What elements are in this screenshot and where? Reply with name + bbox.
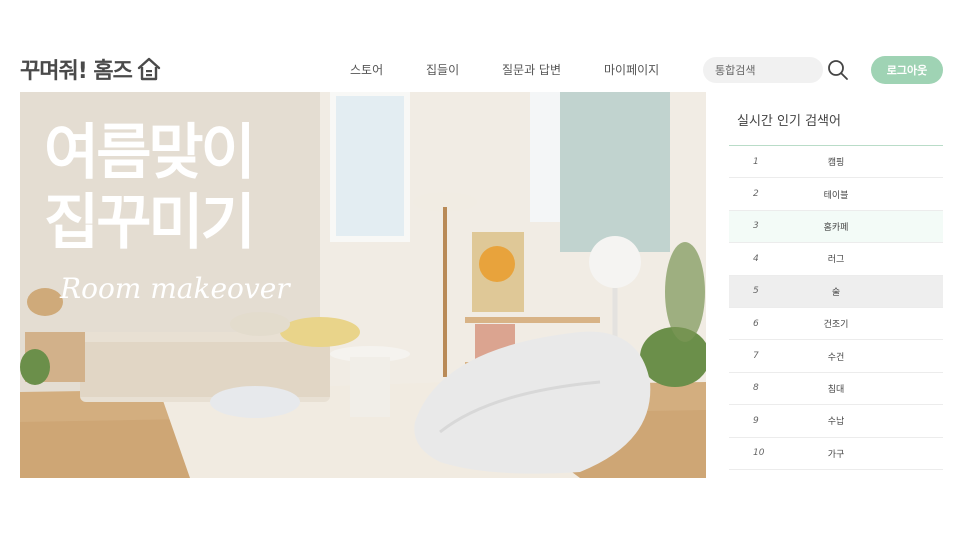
nav-store[interactable]: 스토어 <box>350 61 383 78</box>
logout-button[interactable]: 로그아웃 <box>871 56 943 84</box>
ranking-item[interactable]: 9 수납 <box>729 405 943 438</box>
search-icon[interactable] <box>826 58 850 82</box>
hero-subtitle: Room makeover <box>60 272 290 305</box>
search-input[interactable] <box>703 57 823 83</box>
ranking-item[interactable]: 6 건조기 <box>729 308 943 341</box>
ranking-item[interactable]: 4 러그 <box>729 243 943 276</box>
ranking-item[interactable]: 1 캠핑 <box>729 146 943 179</box>
hero-banner[interactable]: 여름맞이 집꾸미기 Room makeover <box>20 92 706 478</box>
ranking-item[interactable]: 7 수건 <box>729 340 943 373</box>
ranking-keyword: 홈카페 <box>823 222 849 233</box>
ranking-item[interactable]: 8 침대 <box>729 373 943 406</box>
ranking-keyword: 수건 <box>827 352 845 363</box>
nav-mypage[interactable]: 마이페이지 <box>604 61 659 78</box>
ranking-keyword: 가구 <box>827 449 845 460</box>
ranking-keyword: 러그 <box>827 255 845 266</box>
ranking-keyword: 건조기 <box>823 320 849 331</box>
ranking-keyword: 수납 <box>827 417 845 428</box>
ranking-list: 1 캠핑 2 테이블 3 홈카페 4 러그 5술 6 건조기 7 수건 8 침대 9 수납 10… <box>729 145 943 470</box>
ranking-item[interactable]: 5술 <box>729 275 943 308</box>
ranking-title: 실시간 인기 검색어 <box>737 114 841 129</box>
ranking-keyword: 술 <box>831 287 841 298</box>
ranking-keyword: 테이블 <box>823 190 849 201</box>
ranking-keyword: 캠핑 <box>827 158 845 169</box>
hero-title-line2: 집꾸미기 <box>44 188 256 258</box>
hero-title: 여름맞이 집꾸미기 <box>44 118 256 258</box>
ranking-item[interactable]: 10 가구 <box>729 438 943 470</box>
ranking-item[interactable]: 3 홈카페 <box>729 210 943 244</box>
ranking-item[interactable]: 2 테이블 <box>729 178 943 211</box>
hero-title-line1: 여름맞이 <box>44 118 256 188</box>
ranking-keyword: 침대 <box>827 384 845 395</box>
nav-qna[interactable]: 질문과 답변 <box>502 61 561 78</box>
nav-housewarming[interactable]: 집들이 <box>426 61 459 78</box>
